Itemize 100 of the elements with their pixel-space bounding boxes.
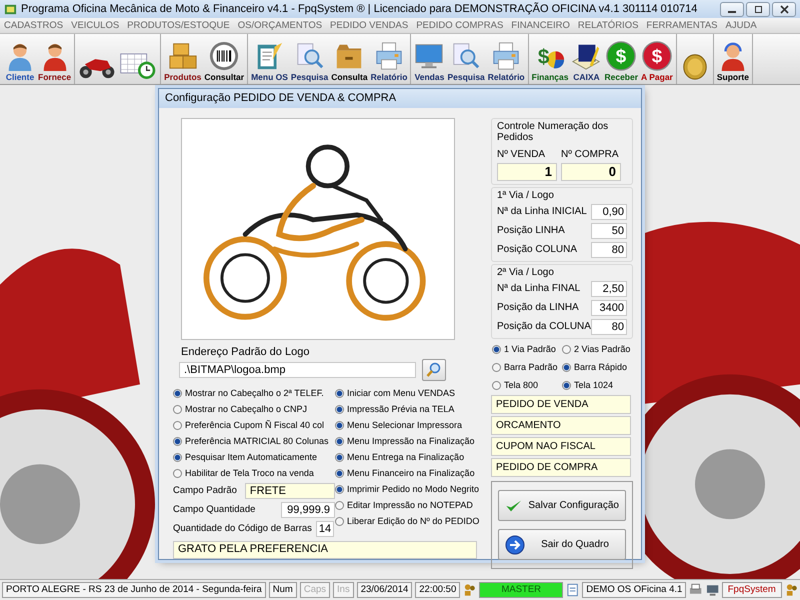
key-indicator: Ins bbox=[333, 582, 354, 598]
option-radio[interactable]: Tela 1024 bbox=[562, 377, 614, 393]
field-label: Campo Padrão bbox=[173, 485, 237, 496]
minimize-button[interactable] bbox=[720, 2, 744, 16]
option-radio[interactable]: Barra Padrão bbox=[492, 359, 558, 375]
menu-item[interactable]: RELATÓRIOS bbox=[578, 20, 638, 31]
toolbar-button[interactable]: Produtos bbox=[163, 38, 202, 84]
company-name: DEMO OS OFicina 4.1 bbox=[582, 582, 686, 598]
printer-icon bbox=[374, 40, 404, 72]
users-icon bbox=[784, 583, 798, 597]
input-field[interactable]: 99,999.9 bbox=[281, 502, 335, 518]
option-radio[interactable]: Imprimir Pedido no Modo Negrito bbox=[335, 481, 480, 497]
toolbar-button[interactable]: Relatório bbox=[370, 38, 408, 84]
logo-path-field[interactable]: .\BITMAP\logoa.bmp bbox=[179, 362, 416, 378]
group-title: Controle Numeração dos Pedidos bbox=[497, 121, 610, 143]
action-button[interactable]: Sair do Quadro bbox=[498, 529, 626, 560]
input-field[interactable]: 80 bbox=[591, 242, 627, 258]
toolbar-button[interactable]: $ A Pagar bbox=[640, 38, 674, 84]
menu-item[interactable]: VEICULOS bbox=[71, 20, 120, 31]
menu-item[interactable]: FINANCEIRO bbox=[511, 20, 570, 31]
maximize-button[interactable] bbox=[746, 2, 770, 16]
menu-item[interactable]: PEDIDO COMPRAS bbox=[416, 20, 504, 31]
menu-item[interactable]: PRODUTOS/ESTOQUE bbox=[127, 20, 230, 31]
option-radio[interactable]: Mostrar no Cabeçalho o 2ª TELEF. bbox=[173, 385, 335, 401]
close-icon bbox=[780, 4, 788, 14]
close-button[interactable] bbox=[772, 2, 796, 16]
input-field[interactable]: 2,50 bbox=[591, 280, 627, 296]
toolbar-button[interactable]: $ Receber bbox=[603, 38, 640, 84]
option-radio[interactable]: Impressão Prévia na TELA bbox=[335, 401, 480, 417]
document-title-field[interactable]: PEDIDO DE VENDA bbox=[491, 395, 631, 414]
input-field[interactable]: FRETE bbox=[244, 482, 335, 498]
option-radio[interactable]: Menu Entrega na Finalização bbox=[335, 449, 480, 465]
input-field[interactable]: 80 bbox=[591, 318, 627, 334]
option-radio[interactable]: Barra Rápido bbox=[562, 359, 628, 375]
dialog-title: Configuração PEDIDO DE VENDA & COMPRA bbox=[159, 89, 641, 108]
option-radio[interactable]: Preferência MATRICIAL 80 Colunas bbox=[173, 433, 335, 449]
toolbar-button[interactable]: Pesquisa bbox=[290, 38, 330, 84]
toolbar-button[interactable]: Consultar bbox=[203, 38, 246, 84]
option-radio[interactable]: Preferência Cupom Ñ Fiscal 40 col bbox=[173, 417, 335, 433]
field-label: Nª da Linha INICIAL bbox=[497, 206, 587, 217]
action-button[interactable]: Salvar Configuração bbox=[498, 490, 626, 521]
monitor-icon bbox=[706, 583, 719, 597]
number-field[interactable]: 0 bbox=[561, 163, 621, 181]
input-field[interactable]: 50 bbox=[591, 222, 627, 238]
location-date-text: PORTO ALEGRE - RS 23 de Junho de 2014 - Segunda-feira bbox=[2, 582, 266, 598]
browse-button[interactable] bbox=[422, 359, 446, 381]
document-title-field[interactable]: PEDIDO DE COMPRA bbox=[491, 458, 631, 477]
field-label: Nº COMPRA bbox=[561, 149, 620, 160]
footer-message-field[interactable]: GRATO PELA PREFERENCIA bbox=[173, 541, 477, 559]
field-label: Posição da COLUNA bbox=[497, 321, 591, 332]
field-label: Posição COLUNA bbox=[497, 244, 578, 255]
toolbar-button[interactable]: Relatório bbox=[486, 38, 526, 84]
field-label: Nº VENDA bbox=[497, 149, 546, 160]
document-title-field[interactable]: ORCAMENTO bbox=[491, 416, 631, 435]
field-label: Nª da Linha FINAL bbox=[497, 283, 580, 294]
user-name: MASTER bbox=[479, 582, 563, 598]
toolbar-button[interactable]: Suporte bbox=[716, 38, 750, 84]
minimize-icon bbox=[728, 11, 736, 13]
document-title-field[interactable]: CUPOM NAO FISCAL bbox=[491, 437, 631, 456]
toolbar-button[interactable]: Consulta bbox=[330, 38, 369, 84]
option-radio[interactable]: 2 Vias Padrão bbox=[562, 341, 630, 357]
field-label: Quantidade do Código de Barras bbox=[173, 523, 312, 534]
toolbar-button[interactable]: Cliente bbox=[4, 38, 36, 84]
printer-icon bbox=[689, 583, 703, 597]
menu-item[interactable]: CADASTROS bbox=[4, 20, 64, 31]
option-radio[interactable]: Menu Impressão na Finalização bbox=[335, 433, 480, 449]
input-field[interactable]: 3400 bbox=[591, 300, 627, 316]
input-field[interactable]: 14 bbox=[316, 520, 334, 536]
toolbar-button[interactable]: Vendas bbox=[413, 38, 446, 84]
input-field[interactable]: 0,90 bbox=[591, 204, 627, 220]
option-radio[interactable]: Mostrar no Cabeçalho o CNPJ bbox=[173, 401, 335, 417]
option-radio[interactable]: 1 Via Padrão bbox=[492, 341, 558, 357]
option-radio[interactable]: Menu Financeiro na Finalização bbox=[335, 465, 480, 481]
number-field[interactable]: 1 bbox=[497, 163, 557, 181]
toolbar-button[interactable]: CAIXA bbox=[570, 38, 602, 84]
group-title: 2ª Via / Logo bbox=[497, 267, 555, 278]
app-icon bbox=[4, 2, 17, 16]
menu-item[interactable]: OS/ORÇAMENTOS bbox=[238, 20, 322, 31]
field-label: Campo Quantidade bbox=[173, 504, 256, 515]
group-title: 1ª Via / Logo bbox=[497, 190, 555, 201]
option-radio[interactable]: Menu Selecionar Impressora bbox=[335, 417, 480, 433]
menu-item[interactable]: PEDIDO VENDAS bbox=[330, 20, 408, 31]
dollar-coin-icon: $ bbox=[606, 40, 636, 72]
option-radio[interactable]: Editar Impressão no NOTEPAD bbox=[335, 497, 480, 513]
toolbar-button[interactable]: $ Finanças bbox=[530, 38, 570, 84]
menu-item[interactable]: FERRAMENTAS bbox=[646, 20, 718, 31]
barcode-icon bbox=[209, 40, 240, 72]
toolbar-button[interactable]: Menu OS bbox=[250, 38, 289, 84]
toolbar-button[interactable]: Fornece bbox=[37, 38, 72, 84]
window-title: Programa Oficina Mecânica de Moto & Financeiro v4.1 - FpqSystem ® | Licenciado para DEMONSTRAÇÃO OFICINA v4.1 301114 010714 bbox=[21, 3, 698, 15]
toolbar-button[interactable]: Pesquisa bbox=[446, 38, 486, 84]
option-radio[interactable]: Iniciar com Menu VENDAS bbox=[335, 385, 480, 401]
brand-name: FpqSystem bbox=[722, 582, 782, 598]
option-radio[interactable]: Habilitar de Tela Troco na venda bbox=[173, 465, 335, 481]
logo-path-label: Endereço Padrão do Logo bbox=[181, 346, 310, 358]
option-radio[interactable]: Liberar Edição do Nº do PEDIDO bbox=[335, 513, 480, 529]
arrow-circle-icon bbox=[505, 534, 525, 554]
option-radio[interactable]: Tela 800 bbox=[492, 377, 558, 393]
option-radio[interactable]: Pesquisar Item Automaticamente bbox=[173, 449, 335, 465]
menu-item[interactable]: AJUDA bbox=[726, 20, 757, 31]
